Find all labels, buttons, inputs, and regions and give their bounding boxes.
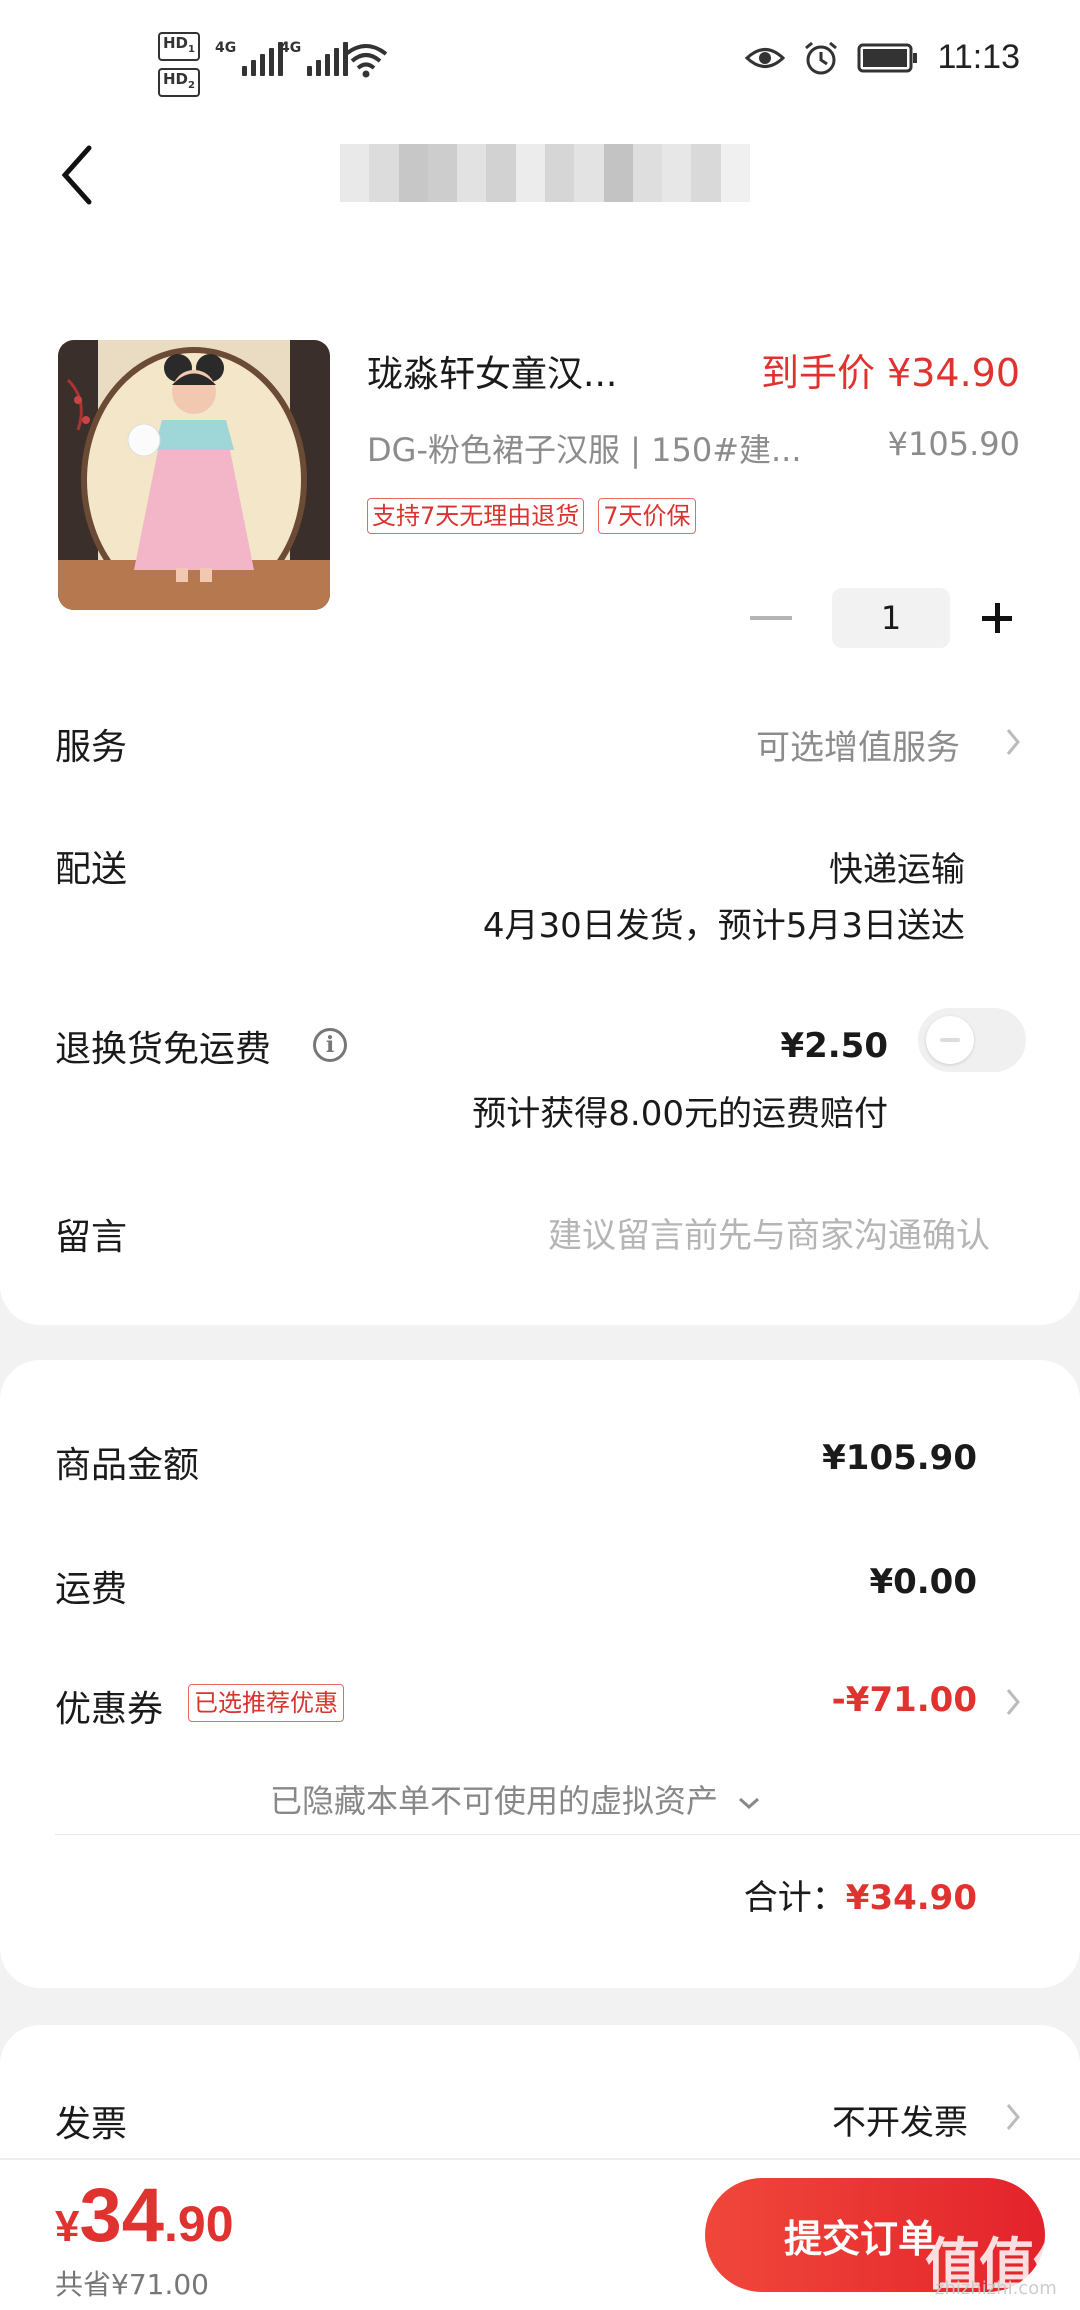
- price-summary-card: 商品金额 ¥105.90 运费 ¥0.00 优惠券 已选推荐优惠 -¥71.00…: [0, 1360, 1080, 1988]
- sim2-hd-badge: HD2: [158, 68, 200, 97]
- delivery-label: 配送: [55, 849, 128, 890]
- product-card: 珑淼轩女童汉... 到手价 ¥34.90 DG-粉色裙子汉服 | 150#建..…: [0, 230, 1080, 1325]
- saved-amount: 共省¥71.00: [55, 2268, 209, 2301]
- coupon-badge: 已选推荐优惠: [188, 1684, 344, 1722]
- product-sku[interactable]: DG-粉色裙子汉服 | 150#建...: [367, 425, 802, 471]
- delivery-eta: 4月30日发货，预计5月3日送达: [482, 906, 965, 946]
- chevron-down-icon: [739, 1797, 760, 1810]
- message-label: 留言: [55, 1217, 128, 1258]
- product-thumbnail[interactable]: [58, 340, 330, 610]
- final-price: 到手价 ¥34.90: [760, 351, 1020, 395]
- toggle-knob: [926, 1016, 974, 1064]
- signal-2-icon: 4G: [280, 40, 349, 76]
- shop-name-strip[interactable]: [55, 230, 107, 266]
- eye-icon: [745, 47, 786, 68]
- sim1-hd-badge: HD1: [158, 32, 200, 61]
- service-value[interactable]: 可选增值服务: [756, 720, 960, 769]
- increase-button[interactable]: [972, 593, 1022, 643]
- return-insurance-price: ¥2.50: [780, 1026, 888, 1066]
- order-confirmation-page: HD1 HD2 4G 4G 11:13 珑淼轩女童汉... 到手价 ¥34.90…: [0, 0, 1080, 2310]
- network-type-2: 4G: [280, 40, 302, 56]
- total-integer: 34: [79, 2173, 165, 2258]
- shipping-value: ¥0.00: [869, 1562, 977, 1602]
- bottom-total-price: ¥34.90: [55, 2172, 234, 2259]
- clock-time: 11:13: [937, 38, 1020, 76]
- divider: [55, 1834, 1080, 1835]
- blurred-page-title: [340, 144, 750, 202]
- bottom-bar: ¥34.90 共省¥71.00 提交订单: [0, 2160, 1080, 2310]
- goods-amount-value: ¥105.90: [822, 1438, 977, 1478]
- service-badges: 支持7天无理由退货 7天价保: [367, 498, 696, 534]
- back-button[interactable]: [55, 142, 105, 208]
- product-name[interactable]: 珑淼轩女童汉...: [367, 345, 617, 397]
- delivery-method[interactable]: 快递运输: [829, 842, 965, 891]
- coupon-label: 优惠券: [55, 1689, 164, 1730]
- invoice-label: 发票: [55, 2104, 128, 2145]
- goods-amount-label: 商品金额: [55, 1445, 200, 1486]
- status-right-group: 11:13: [745, 38, 1020, 77]
- header: [0, 120, 1080, 230]
- original-price: ¥105.90: [887, 425, 1020, 463]
- chevron-right-icon[interactable]: [998, 722, 1028, 762]
- quantity-stepper: 1: [750, 588, 1022, 648]
- invoice-value[interactable]: 不开发票: [832, 2095, 968, 2144]
- return-insurance-toggle[interactable]: [918, 1008, 1026, 1072]
- return-badge: 支持7天无理由退货: [367, 498, 585, 534]
- quantity-value[interactable]: 1: [832, 588, 950, 648]
- hidden-assets-toggle[interactable]: 已隐藏本单不可使用的虚拟资产: [270, 1776, 762, 1822]
- total-value: ¥34.90: [845, 1878, 977, 1918]
- chevron-right-icon[interactable]: [998, 2097, 1028, 2137]
- service-label: 服务: [55, 727, 128, 768]
- wifi-icon: [344, 44, 388, 78]
- currency-symbol: ¥: [55, 2202, 80, 2251]
- decrease-button[interactable]: [750, 616, 792, 620]
- info-icon[interactable]: i: [313, 1028, 347, 1062]
- coupon-value[interactable]: -¥71.00: [832, 1680, 977, 1720]
- watermark-url: zhizhizhi.com: [935, 2278, 1057, 2299]
- status-bar: HD1 HD2 4G 4G 11:13: [0, 0, 1080, 120]
- chevron-right-icon[interactable]: [998, 1682, 1028, 1722]
- hidden-assets-text: 已隐藏本单不可使用的虚拟资产: [270, 1782, 719, 1820]
- battery-icon: [857, 43, 918, 72]
- signal-1-icon: 4G: [215, 40, 284, 76]
- alarm-icon: [805, 41, 838, 74]
- network-type-1: 4G: [215, 40, 237, 56]
- total-decimal: .90: [164, 2196, 234, 2252]
- total-row: 合计：¥34.90: [744, 1870, 977, 1919]
- price-protect-badge: 7天价保: [598, 498, 696, 534]
- return-insurance-label: 退换货免运费: [55, 1029, 272, 1070]
- return-insurance-note: 预计获得8.00元的运费赔付: [472, 1094, 888, 1134]
- shipping-label: 运费: [55, 1569, 128, 1610]
- total-label: 合计：: [743, 1878, 846, 1918]
- message-input[interactable]: 建议留言前先与商家沟通确认: [548, 1208, 990, 1257]
